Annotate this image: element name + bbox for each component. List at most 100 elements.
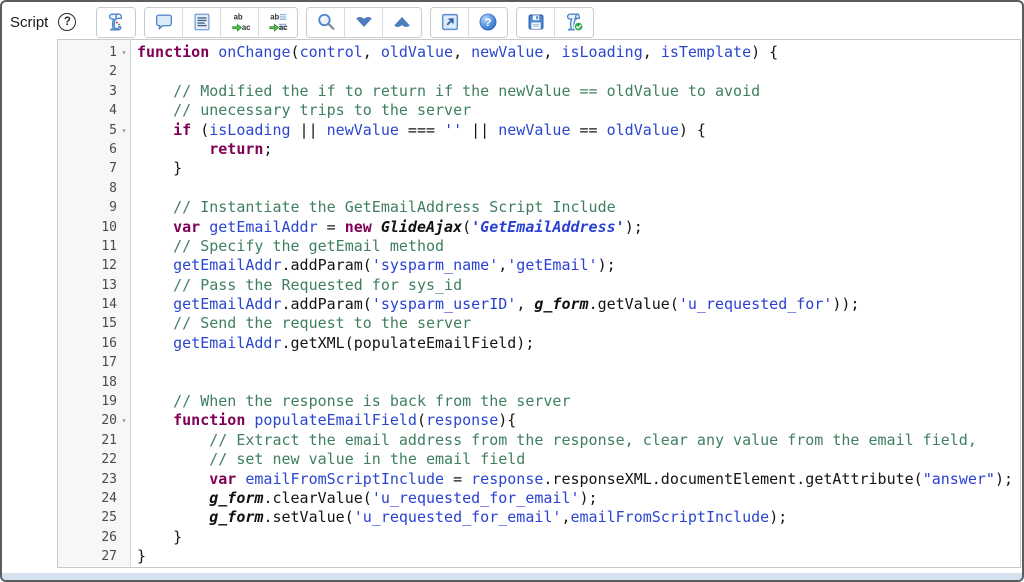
line-number: 13 (101, 276, 117, 295)
bottom-divider (2, 573, 1022, 580)
code-text[interactable]: var emailFromScriptInclude = response.re… (131, 470, 1013, 489)
code-text[interactable]: // Instantiate the GetEmailAddress Scrip… (131, 198, 616, 217)
code-text[interactable] (131, 179, 137, 198)
code-token: getEmailAddr (173, 256, 281, 274)
svg-text:ac: ac (279, 23, 288, 32)
code-token: 'u_requested_for' (679, 295, 833, 313)
code-line: 1▾function onChange(control, oldValue, n… (58, 43, 1020, 62)
code-text[interactable]: } (131, 528, 182, 547)
code-text[interactable]: getEmailAddr.addParam('sysparm_name','ge… (131, 256, 616, 275)
comment-icon (153, 11, 175, 33)
code-token: getEmailAddr (173, 295, 281, 313)
gutter-cell: 25 (58, 508, 131, 527)
code-token (200, 218, 209, 236)
code-line: 17 (58, 353, 1020, 372)
line-number: 11 (101, 237, 117, 256)
gutter-cell: 10 (58, 218, 131, 237)
code-token: getEmailAddr (173, 334, 281, 352)
fold-toggle-icon[interactable]: ▾ (117, 121, 131, 140)
code-text[interactable]: // Specify the getEmail method (131, 237, 444, 256)
svg-text:?: ? (485, 17, 492, 29)
code-text[interactable]: } (131, 547, 146, 566)
gutter-cell: 26 (58, 528, 131, 547)
gutter-cell: 12 (58, 256, 131, 275)
code-token: ){ (498, 411, 516, 429)
code-text[interactable] (131, 353, 137, 372)
code-token: populateEmailField (254, 411, 417, 429)
code-text[interactable]: getEmailAddr.addParam('sysparm_userID', … (131, 295, 860, 314)
code-token (137, 218, 173, 236)
code-text[interactable]: // unecessary trips to the server (131, 101, 471, 120)
code-text[interactable]: getEmailAddr.getXML(populateEmailField); (131, 334, 534, 353)
code-text[interactable]: // Extract the email address from the re… (131, 431, 977, 450)
code-text[interactable] (131, 373, 137, 392)
editor-help-button[interactable]: ? (469, 8, 507, 37)
line-number: 27 (101, 547, 117, 566)
code-text[interactable]: // Send the request to the server (131, 314, 471, 333)
code-token: = (318, 218, 345, 236)
code-token (137, 470, 209, 488)
code-text[interactable]: function populateEmailField(response){ (131, 411, 516, 430)
toggle-comment-button[interactable] (145, 8, 183, 37)
code-text[interactable]: g_form.clearValue('u_requested_for_email… (131, 489, 598, 508)
code-line: 22 // set new value in the email field (58, 450, 1020, 469)
code-text[interactable] (131, 62, 137, 81)
code-text[interactable]: // set new value in the email field (131, 450, 525, 469)
line-number: 8 (109, 179, 117, 198)
gutter-cell: 14 (58, 295, 131, 314)
code-token (137, 276, 173, 294)
line-number: 6 (109, 140, 117, 159)
toggle-syntax-highlighting-button[interactable] (97, 8, 135, 37)
gutter-cell: 16 (58, 334, 131, 353)
code-token: // Modified the if to return if the newV… (173, 82, 760, 100)
line-number: 14 (101, 295, 117, 314)
code-token: ); (769, 508, 787, 526)
code-text[interactable]: return; (131, 140, 272, 159)
code-text[interactable]: function onChange(control, oldValue, new… (131, 43, 778, 62)
code-token: // Extract the email address from the re… (209, 431, 977, 449)
code-token: g_form (534, 295, 588, 313)
code-token: function (173, 411, 245, 429)
find-previous-button[interactable] (383, 8, 421, 37)
code-token: newValue (471, 43, 543, 61)
open-new-window-button[interactable] (431, 8, 469, 37)
gutter-cell: 7 (58, 159, 131, 178)
replace-all-button[interactable]: ab ac (259, 8, 297, 37)
code-text[interactable]: // Pass the Requested for sys_id (131, 276, 462, 295)
format-code-button[interactable] (183, 8, 221, 37)
code-token: control (300, 43, 363, 61)
code-text[interactable]: // When the response is back from the se… (131, 392, 570, 411)
search-button[interactable] (307, 8, 345, 37)
code-token: if (173, 121, 191, 139)
check-syntax-button[interactable] (555, 8, 593, 37)
fold-toggle-icon[interactable]: ▾ (117, 43, 131, 62)
code-token: // set new value in the email field (209, 450, 525, 468)
code-token: // Send the request to the server (173, 314, 471, 332)
field-help-icon[interactable]: ? (58, 13, 76, 31)
code-text[interactable]: g_form.setValue('u_requested_for_email',… (131, 508, 787, 527)
code-token: == (571, 121, 607, 139)
script-field-label: Script (10, 14, 48, 31)
fold-toggle-icon[interactable]: ▾ (117, 411, 131, 430)
code-text[interactable]: } (131, 159, 182, 178)
line-number: 5 (109, 121, 117, 140)
code-line: 24 g_form.clearValue('u_requested_for_em… (58, 489, 1020, 508)
svg-text:ab: ab (271, 12, 280, 21)
code-token: )); (832, 295, 859, 313)
code-token (137, 198, 173, 216)
code-text[interactable]: if (isLoading || newValue === '' || newV… (131, 121, 706, 140)
code-line: 18 (58, 373, 1020, 392)
replace-button[interactable]: abac (221, 8, 259, 37)
code-text[interactable]: // Modified the if to return if the newV… (131, 82, 760, 101)
code-token: ); (995, 470, 1013, 488)
find-next-button[interactable] (345, 8, 383, 37)
gutter-cell: 11 (58, 237, 131, 256)
gutter-cell: 24 (58, 489, 131, 508)
line-number: 10 (101, 218, 117, 237)
line-number: 3 (109, 82, 117, 101)
code-token: response (471, 470, 543, 488)
code-text[interactable]: var getEmailAddr = new GlideAjax('GetEma… (131, 218, 643, 237)
code-editor[interactable]: 1▾function onChange(control, oldValue, n… (57, 39, 1021, 568)
gutter-cell: 21 (58, 431, 131, 450)
save-button[interactable] (517, 8, 555, 37)
